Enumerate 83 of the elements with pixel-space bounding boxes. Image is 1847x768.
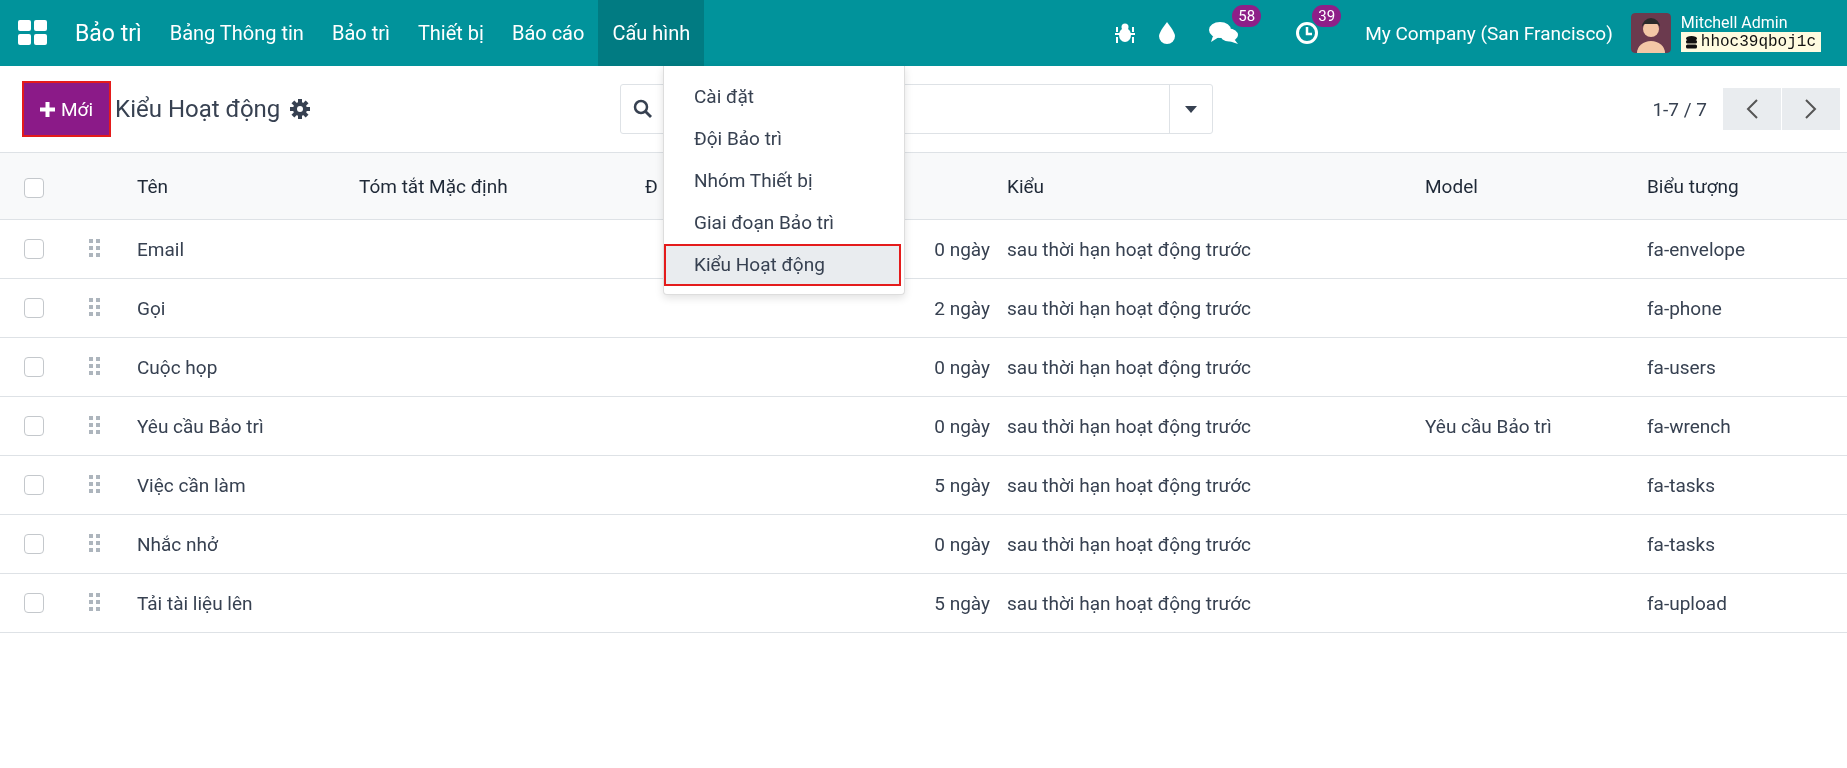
table-cell-text: fa-upload <box>1646 591 1728 615</box>
column-header[interactable]: Kiểu <box>1000 174 1418 198</box>
table-cell: 5 ngày <box>934 591 990 615</box>
chat-icon[interactable] <box>1209 21 1240 45</box>
dropdown-item[interactable]: Đội Bảo trì <box>664 118 904 160</box>
row-checkbox[interactable] <box>24 534 44 554</box>
menu-tab[interactable]: Thiết bị <box>403 0 498 66</box>
drag-handle-icon[interactable] <box>89 239 101 259</box>
table-cell-text: Gọi <box>137 296 167 320</box>
row-checkbox[interactable] <box>24 239 44 259</box>
row-checkbox[interactable] <box>24 593 44 613</box>
table-cell-text: Cuộc họp <box>137 355 219 379</box>
table-cell-text: Việc cần làm <box>137 473 247 497</box>
table-cell-text: fa-tasks <box>1646 473 1716 497</box>
pager-value[interactable]: 1-7 / 7 <box>1652 97 1707 121</box>
table-cell-text: fa-users <box>1646 355 1717 379</box>
dropdown-item[interactable]: Nhóm Thiết bị <box>664 160 904 202</box>
table-cell: 0 ngày <box>934 414 990 438</box>
row-checkbox[interactable] <box>24 357 44 377</box>
row-checkbox[interactable] <box>24 416 44 436</box>
clock-icon[interactable] <box>1295 21 1320 45</box>
chevron-left-icon <box>1746 99 1758 119</box>
table-cell-text: Yêu cầu Bảo trì <box>137 414 265 438</box>
table-cell: 0 ngày <box>934 532 990 556</box>
previous-button[interactable] <box>1723 88 1781 130</box>
drag-handle-icon[interactable] <box>89 298 101 318</box>
apps-menu-icon[interactable] <box>18 20 48 46</box>
table-cell: 0 ngày <box>934 237 990 261</box>
table-cell-text: sau thời hạn hoạt động trước <box>1006 591 1253 615</box>
row-checkbox[interactable] <box>24 298 44 318</box>
caret-icon[interactable] <box>1185 105 1198 113</box>
column-header[interactable]: Biểu tượng <box>1640 174 1847 198</box>
table-cell-text: fa-envelope <box>1646 237 1747 261</box>
table-cell-text: fa-tasks <box>1646 532 1716 556</box>
search-icon <box>633 99 654 119</box>
table-cell: 0 ngày <box>934 355 990 379</box>
dropdown-item[interactable]: Giai đoạn Bảo trì <box>664 202 904 244</box>
menu-tab[interactable]: Báo cáo <box>497 0 599 66</box>
drag-handle-icon[interactable] <box>89 593 101 613</box>
drag-handle-icon[interactable] <box>89 475 101 495</box>
database-icon <box>1685 35 1697 49</box>
drag-handle-icon[interactable] <box>89 357 101 377</box>
table-cell-text: sau thời hạn hoạt động trước <box>1006 473 1253 497</box>
next-button[interactable] <box>1782 88 1840 130</box>
page-title: Kiểu Hoạt động <box>115 95 281 123</box>
drag-handle-icon[interactable] <box>89 534 101 554</box>
table-cell: 2 ngày <box>934 296 990 320</box>
droplet-icon[interactable] <box>1159 22 1176 44</box>
table-cell-text: sau thời hạn hoạt động trước <box>1006 237 1253 261</box>
table-cell: Yêu cầu Bảo trì <box>1425 414 1552 438</box>
company-switcher[interactable]: My Company (San Francisco) <box>1365 21 1613 45</box>
table-cell-text: Tải tài liệu lên <box>137 591 254 615</box>
avatar-icon[interactable] <box>1630 13 1671 53</box>
table-cell-text: sau thời hạn hoạt động trước <box>1006 296 1253 320</box>
menu-tab[interactable]: Cấu hình <box>598 0 705 66</box>
column-header[interactable]: Tóm tắt Mặc định <box>359 174 645 198</box>
table-cell-text: fa-phone <box>1646 296 1723 320</box>
table-cell-text: Nhắc nhở <box>137 532 220 556</box>
bug-icon[interactable] <box>1115 22 1136 44</box>
chevron-right-icon <box>1805 99 1817 119</box>
activity-count-badge: 39 <box>1312 5 1342 27</box>
column-header[interactable]: Model <box>1418 174 1640 198</box>
column-header[interactable]: Tên <box>137 174 359 198</box>
menu-tab[interactable]: Bảo trì <box>317 0 404 66</box>
settings-icon[interactable] <box>290 99 311 119</box>
new-button[interactable]: Mới <box>24 83 110 135</box>
table-cell-text: sau thời hạn hoạt động trước <box>1006 414 1253 438</box>
app-name[interactable]: Bảo trì <box>75 19 142 47</box>
dropdown-item[interactable]: Cài đặt <box>664 76 904 118</box>
database-tag: hhoc39qboj1c <box>1680 32 1821 52</box>
select-all-checkbox[interactable] <box>24 178 44 198</box>
plus-icon <box>40 101 55 117</box>
row-checkbox[interactable] <box>24 475 44 495</box>
drag-handle-icon[interactable] <box>89 416 101 436</box>
table-cell-text: Email <box>137 237 186 261</box>
user-name[interactable]: Mitchell Admin <box>1680 14 1821 32</box>
table-cell: 5 ngày <box>934 473 990 497</box>
table-cell-text: sau thời hạn hoạt động trước <box>1006 532 1253 556</box>
message-count-badge: 58 <box>1232 5 1262 27</box>
menu-tab[interactable]: Bảng Thông tin <box>155 0 318 66</box>
table-cell-text: sau thời hạn hoạt động trước <box>1006 355 1253 379</box>
table-cell-text: fa-wrench <box>1646 414 1732 438</box>
dropdown-item[interactable]: Kiểu Hoạt động <box>664 244 901 286</box>
